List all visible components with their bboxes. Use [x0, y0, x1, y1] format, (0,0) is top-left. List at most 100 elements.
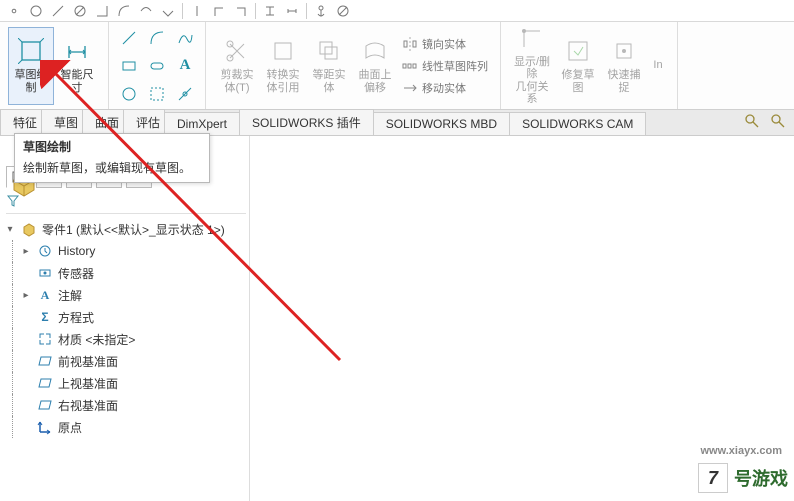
mirror-entities-button[interactable]: 镜向实体 [402, 36, 488, 52]
offset-icon [315, 37, 343, 65]
tool-arc-icon[interactable] [160, 3, 176, 19]
tab-surface[interactable]: 曲面 [82, 109, 124, 135]
sketch-button[interactable]: 草图绘制 [8, 27, 54, 105]
slot-tool-icon[interactable] [145, 54, 169, 78]
tooltip-title: 草图绘制 [15, 134, 209, 157]
ribbon-group-sketch: 草图绘制 智能尺寸 [0, 22, 109, 109]
tool-perp-icon[interactable] [211, 3, 227, 19]
search-icon[interactable] [744, 113, 762, 131]
expand-icon[interactable]: ▸ [20, 246, 32, 257]
collapse-icon[interactable]: ▾ [4, 224, 16, 235]
tree-item-top-plane[interactable]: 上视基准面 [20, 372, 245, 394]
ribbon-group-relations: 显示/删除几何关系 修复草图 快速捕捉 In [501, 22, 678, 109]
tooltip-body: 绘制新草图，或编辑现有草图。 [15, 157, 209, 182]
divider-icon [182, 3, 183, 19]
repair-sketch-button[interactable]: 修复草图 [555, 27, 601, 105]
arc-tool-icon[interactable] [145, 26, 169, 50]
part-icon [20, 220, 38, 238]
tree-item-sensors[interactable]: 传感器 [20, 262, 245, 284]
pattern-tools: 镜向实体 线性草图阵列 移动实体 [398, 36, 492, 96]
tree-filter-bar [6, 190, 246, 214]
smart-dimension-button[interactable]: 智能尺寸 [54, 27, 100, 105]
tree-item-material[interactable]: 材质 <未指定> [20, 328, 245, 350]
annotation-icon: A [36, 286, 54, 304]
tab-dimxpert[interactable]: DimXpert [164, 112, 240, 135]
smart-dim-label: 智能尺寸 [61, 69, 94, 93]
tool-slot-icon[interactable] [72, 3, 88, 19]
watermark-text: 号游戏 [734, 465, 788, 491]
tool-spline-icon[interactable] [116, 3, 132, 19]
expand-icon[interactable]: ▸ [20, 290, 32, 301]
tab-sw-mbd[interactable]: SOLIDWORKS MBD [373, 112, 510, 135]
tree-item-history[interactable]: ▸ History [20, 240, 245, 262]
divider-icon [306, 3, 307, 19]
point-tool-icon[interactable] [173, 82, 197, 106]
tree-item-right-plane[interactable]: 右视基准面 [20, 394, 245, 416]
sketch-label: 草图绘制 [15, 69, 48, 93]
tool-measure-icon[interactable] [284, 3, 300, 19]
tool-fillet-icon[interactable] [94, 3, 110, 19]
trim-label: 剪裁实体(T) [221, 69, 254, 93]
offset-label: 等距实体 [313, 69, 346, 93]
display-relations-button[interactable]: 显示/删除几何关系 [509, 27, 555, 105]
tab-evaluate[interactable]: 评估 [123, 109, 165, 135]
trim-icon [223, 37, 251, 65]
instant-label: In [653, 59, 662, 71]
tab-sketch[interactable]: 草图 [41, 109, 83, 135]
feature-tree: ▾ 零件1 (默认<<默认>_显示状态 1>) ▸ History 传感器 ▸ … [4, 218, 245, 438]
circle-tool-icon[interactable] [117, 82, 141, 106]
offset-button[interactable]: 等距实体 [306, 27, 352, 105]
tool-point-icon[interactable] [6, 3, 22, 19]
tool-tangent-icon[interactable] [138, 3, 154, 19]
tool-line-icon[interactable] [50, 3, 66, 19]
watermark-url: www.xiayx.com [700, 445, 782, 457]
repair-icon [564, 37, 592, 65]
quick-snap-button[interactable]: 快速捕捉 [601, 27, 647, 105]
tab-sw-addins[interactable]: SOLIDWORKS 插件 [239, 109, 374, 135]
tree-root[interactable]: ▾ 零件1 (默认<<默认>_显示状态 1>) [4, 218, 245, 240]
surface-offset-label: 曲面上偏移 [359, 69, 392, 93]
linear-pattern-button[interactable]: 线性草图阵列 [402, 58, 488, 74]
ribbon-group-modify: 剪裁实体(T) 转换实体引用 等距实体 曲面上偏移 镜向实体 线性草图阵列 移动… [206, 22, 501, 109]
material-icon [36, 330, 54, 348]
tree-item-annotations[interactable]: ▸ A 注解 [20, 284, 245, 306]
tool-anchor-icon[interactable] [313, 3, 329, 19]
tree-item-origin[interactable]: 原点 [20, 416, 245, 438]
view-tools [744, 113, 788, 131]
display-relations-label: 显示/删除几何关系 [512, 56, 552, 104]
sensor-icon [36, 264, 54, 282]
surface-offset-button[interactable]: 曲面上偏移 [352, 27, 398, 105]
tool-vert-line-icon[interactable] [189, 3, 205, 19]
repair-label: 修复草图 [562, 69, 595, 93]
tool-corner-icon[interactable] [233, 3, 249, 19]
tooltip-sketch: 草图绘制 绘制新草图，或编辑现有草图。 [14, 133, 210, 183]
tree-item-front-plane[interactable]: 前视基准面 [20, 350, 245, 372]
relations-icon [518, 26, 546, 52]
text-tool-icon[interactable]: A [173, 54, 197, 78]
trim-button[interactable]: 剪裁实体(T) [214, 27, 260, 105]
sketch-tool-strip [0, 0, 794, 22]
rect-tool-icon[interactable] [117, 54, 141, 78]
convert-button[interactable]: 转换实体引用 [260, 27, 306, 105]
spline-tool-icon[interactable] [173, 26, 197, 50]
ribbon-group-draw: A [109, 22, 206, 109]
tool-null-icon[interactable] [335, 3, 351, 19]
watermark-number: 7 [698, 463, 728, 493]
equation-icon: Σ [36, 308, 54, 326]
instant-button[interactable]: In [647, 27, 669, 105]
tool-circle-icon[interactable] [28, 3, 44, 19]
line-tool-icon[interactable] [117, 26, 141, 50]
tree-item-equations[interactable]: Σ 方程式 [20, 306, 245, 328]
watermark: www.xiayx.com 7 号游戏 [698, 463, 788, 493]
tab-sw-cam[interactable]: SOLIDWORKS CAM [509, 112, 646, 135]
polygon-tool-icon[interactable] [145, 82, 169, 106]
plane-icon [36, 396, 54, 414]
move-entities-button[interactable]: 移动实体 [402, 80, 488, 96]
tab-features[interactable]: 特征 [0, 109, 42, 135]
history-icon [36, 242, 54, 260]
zoom-icon[interactable] [770, 113, 788, 131]
surface-offset-icon [361, 37, 389, 65]
tool-dimension-icon[interactable] [262, 3, 278, 19]
snap-label: 快速捕捉 [608, 69, 641, 93]
origin-icon [36, 418, 54, 436]
